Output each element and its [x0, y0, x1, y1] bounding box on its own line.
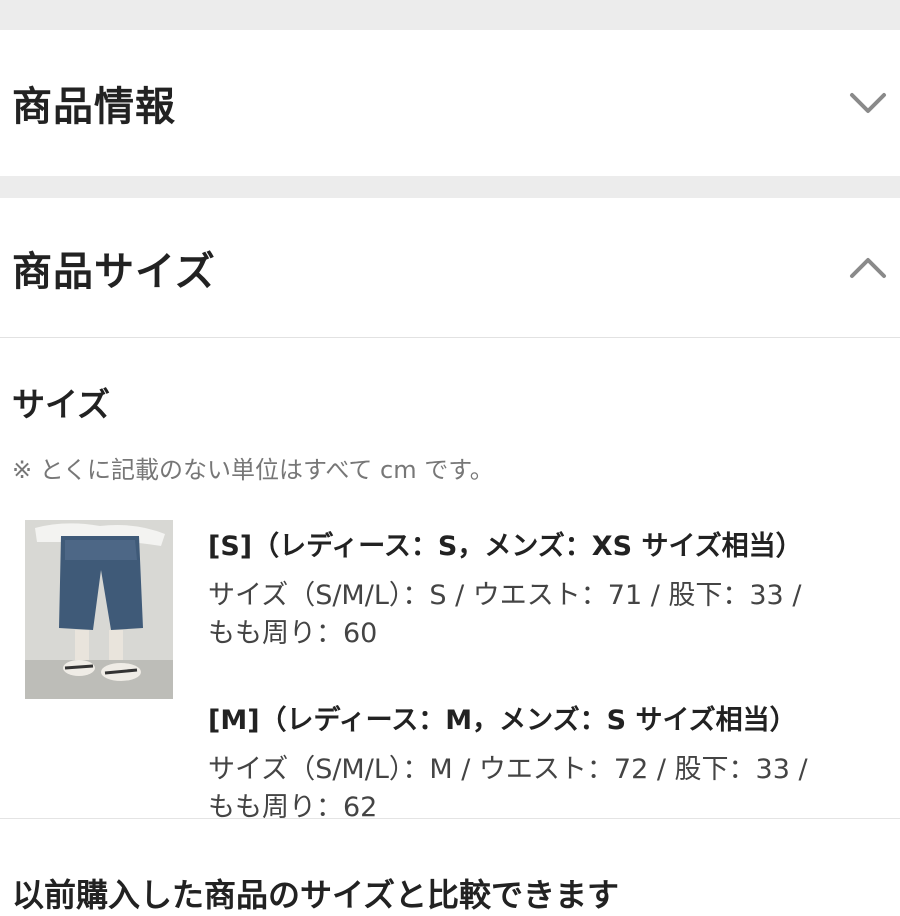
- product-size-accordion-header[interactable]: 商品サイズ: [0, 198, 900, 337]
- header-divider: [0, 337, 900, 338]
- section-gap: [0, 0, 900, 30]
- section-divider: [0, 818, 900, 819]
- compare-size-title[interactable]: 以前購入した商品のサイズと比較できます: [12, 870, 619, 916]
- size-heading: サイズ: [12, 385, 111, 424]
- chevron-up-icon[interactable]: [836, 236, 900, 300]
- size-entry-title: [S]（レディース：S，メンズ：XS サイズ相当）: [208, 531, 803, 562]
- product-thumbnail: [25, 520, 173, 699]
- unit-note: ※ とくに記載のない単位はすべて cm です。: [12, 456, 494, 484]
- product-size-title: 商品サイズ: [12, 248, 216, 295]
- size-entry-detail: サイズ（S/M/L）：S / ウエスト：71 / 股下：33 / もも周り：60: [208, 577, 888, 653]
- size-entry-detail-line: もも周り：60: [208, 618, 378, 649]
- size-entry-detail: サイズ（S/M/L）：M / ウエスト：72 / 股下：33 / もも周り：62: [208, 751, 888, 827]
- product-info-title: 商品情報: [12, 84, 176, 130]
- chevron-down-icon[interactable]: [836, 71, 900, 135]
- product-info-accordion-header[interactable]: 商品情報: [0, 30, 900, 176]
- section-gap: [0, 176, 900, 198]
- size-entry-detail-line: サイズ（S/M/L）：S / ウエスト：71 / 股下：33 /: [208, 580, 802, 611]
- size-entry: [S]（レディース：S，メンズ：XS サイズ相当） サイズ（S/M/L）：S /…: [208, 524, 888, 653]
- size-entry-title: [M]（レディース：M，メンズ：S サイズ相当）: [208, 705, 797, 736]
- size-entry: [M]（レディース：M，メンズ：S サイズ相当） サイズ（S/M/L）：M / …: [208, 698, 888, 827]
- size-entry-detail-line: サイズ（S/M/L）：M / ウエスト：72 / 股下：33 /: [208, 754, 808, 785]
